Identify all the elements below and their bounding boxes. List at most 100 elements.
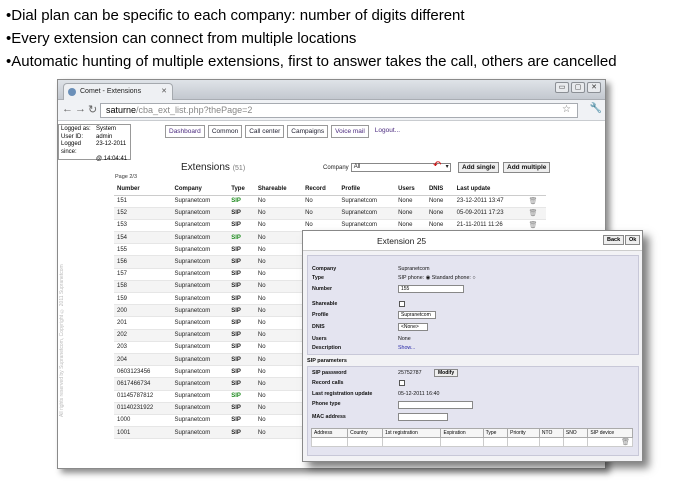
cell-number[interactable]: 0603123456 xyxy=(114,365,172,379)
menu-common[interactable]: Common xyxy=(207,125,243,138)
minimize-button[interactable]: ▭ xyxy=(555,82,569,93)
cell-number[interactable]: 1001 xyxy=(114,426,172,440)
cell-type: SIP xyxy=(228,243,255,257)
cell-company[interactable]: Supranetcom xyxy=(171,231,229,245)
refresh-icon[interactable]: ↶ xyxy=(433,160,441,171)
bookmark-star-icon[interactable]: ☆ xyxy=(562,104,571,115)
cell-company[interactable]: Supranetcom xyxy=(171,402,229,415)
col-first-registration: 1st registration xyxy=(381,428,442,438)
cell-shareable: No xyxy=(254,268,303,281)
cell-number[interactable]: 156 xyxy=(114,255,172,269)
add-multiple-button[interactable]: Add multiple xyxy=(503,162,551,173)
cell-number[interactable]: 159 xyxy=(114,292,172,306)
cell-company[interactable]: Supranetcom xyxy=(171,426,229,440)
cell-company[interactable]: Supranetcom xyxy=(171,207,229,220)
cell-company[interactable]: Supranetcom xyxy=(171,268,229,281)
company-filter: Company All xyxy=(323,163,451,172)
standard-phone-radio[interactable]: ○ xyxy=(472,275,475,281)
cell-company[interactable]: Supranetcom xyxy=(171,316,229,330)
cell-profile[interactable]: Supranetcom xyxy=(338,207,396,220)
col-last-update[interactable]: Last update xyxy=(453,184,526,196)
cell-number[interactable]: 200 xyxy=(114,304,172,318)
modify-button[interactable]: Modify xyxy=(434,369,459,377)
cell-company[interactable]: Supranetcom xyxy=(171,195,229,208)
menu-dashboard[interactable]: Dashboard xyxy=(165,125,205,138)
description-show-link[interactable]: Show... xyxy=(398,345,415,351)
cell-number[interactable]: 202 xyxy=(114,329,172,342)
ok-button[interactable]: Ok xyxy=(625,235,641,245)
cell-number[interactable]: 155 xyxy=(114,243,172,257)
cell-number[interactable]: 151 xyxy=(114,195,172,208)
reload-icon[interactable]: ↻ xyxy=(88,103,97,116)
record-calls-checkbox[interactable] xyxy=(399,380,405,386)
close-button[interactable]: ✕ xyxy=(587,82,601,93)
cell-company[interactable]: Supranetcom xyxy=(171,304,229,318)
browser-tab[interactable]: Comet - Extensions ✕ xyxy=(63,83,173,100)
cell-number[interactable]: 01140231922 xyxy=(114,402,172,415)
trash-icon[interactable]: 🗑 xyxy=(529,222,538,229)
cell-company[interactable]: Supranetcom xyxy=(171,292,229,306)
trash-icon[interactable]: 🗑 xyxy=(529,210,538,217)
cell-profile[interactable]: Supranetcom xyxy=(338,195,396,208)
back-button[interactable]: Back xyxy=(603,235,625,245)
forward-arrow-icon[interactable]: → xyxy=(75,103,86,115)
cell-company[interactable]: Supranetcom xyxy=(171,390,229,403)
cell-number[interactable]: 204 xyxy=(114,353,172,367)
menu-voice-mail[interactable]: Voice mail xyxy=(331,125,369,138)
cell-company[interactable]: Supranetcom xyxy=(171,414,229,428)
cell-company[interactable]: Supranetcom xyxy=(171,377,229,391)
cell-company[interactable]: Supranetcom xyxy=(171,341,229,354)
cell-type: SIP xyxy=(228,316,255,330)
address-bar[interactable]: saturne/cba_ext_list.php?thePage=2 ☆ xyxy=(100,103,578,118)
cell-number[interactable]: 203 xyxy=(114,341,172,354)
cell-company[interactable]: Supranetcom xyxy=(171,365,229,379)
add-single-button[interactable]: Add single xyxy=(458,162,500,173)
cell-number[interactable]: 0617466734 xyxy=(114,377,172,391)
back-arrow-icon[interactable]: ← xyxy=(62,103,73,115)
cell-number[interactable]: 1000 xyxy=(114,414,172,428)
col-users[interactable]: Users xyxy=(395,184,426,196)
cell-company[interactable]: Supranetcom xyxy=(171,353,229,367)
col-shareable[interactable]: Shareable xyxy=(254,184,303,196)
cell-number[interactable]: 154 xyxy=(114,231,172,245)
sip-section: SIP password 25752787 Modify Record call… xyxy=(307,366,639,456)
cell-number[interactable]: 152 xyxy=(114,207,172,220)
table-row[interactable]: 152 Supranetcom SIP No No Supranetcom None None… xyxy=(114,207,546,220)
menu-campaigns[interactable]: Campaigns xyxy=(287,125,329,138)
cell-company[interactable]: Supranetcom xyxy=(171,255,229,269)
cell-number[interactable]: 158 xyxy=(114,280,172,294)
cell-number[interactable]: 01145787812 xyxy=(114,390,172,403)
trash-icon[interactable]: 🗑 xyxy=(621,439,630,446)
number-input[interactable]: 155 xyxy=(398,285,464,293)
table-row[interactable]: 151 Supranetcom SIP No No Supranetcom None None… xyxy=(114,195,546,208)
mac-address-input[interactable] xyxy=(398,413,448,421)
cell-company[interactable]: Supranetcom xyxy=(171,219,229,233)
dnis-select[interactable]: <None> xyxy=(398,323,428,331)
cell-number[interactable]: 201 xyxy=(114,316,172,330)
shareable-checkbox[interactable] xyxy=(399,301,405,307)
sip-phone-radio[interactable]: ◉ xyxy=(426,275,431,281)
col-number[interactable]: Number xyxy=(114,184,172,196)
maximize-button[interactable]: ▢ xyxy=(571,82,585,93)
cell-company[interactable]: Supranetcom xyxy=(171,280,229,294)
col-dnis[interactable]: DNIS xyxy=(425,184,454,196)
menu-call-center[interactable]: Call center xyxy=(245,125,285,138)
cell-number[interactable]: 153 xyxy=(114,219,172,233)
tab-close-icon[interactable]: ✕ xyxy=(161,87,167,95)
description-label: Description xyxy=(312,345,342,351)
wrench-icon[interactable]: 🔧 xyxy=(590,103,602,114)
sip-phone-label: SIP phone: xyxy=(398,275,425,281)
profile-select[interactable]: Supranetcom xyxy=(398,311,436,319)
col-type[interactable]: Type xyxy=(228,184,255,196)
col-profile[interactable]: Profile xyxy=(338,184,396,196)
logout-link[interactable]: Logout... xyxy=(372,125,403,138)
cell-company[interactable]: Supranetcom xyxy=(171,329,229,342)
phone-type-input[interactable] xyxy=(398,401,473,409)
cell-shareable: No xyxy=(254,353,303,367)
col-company[interactable]: Company xyxy=(171,184,229,196)
cell-record: No xyxy=(302,195,339,208)
trash-icon[interactable]: 🗑 xyxy=(529,198,538,205)
cell-company[interactable]: Supranetcom xyxy=(171,243,229,257)
cell-number[interactable]: 157 xyxy=(114,268,172,281)
col-record[interactable]: Record xyxy=(302,184,339,196)
